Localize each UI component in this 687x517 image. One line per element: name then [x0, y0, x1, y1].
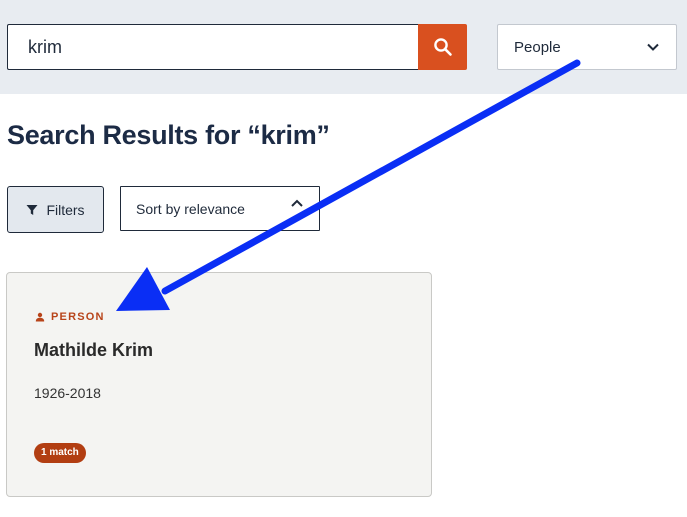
person-icon	[35, 312, 45, 322]
result-type: PERSON	[35, 311, 105, 323]
filters-button-label: Filters	[46, 201, 85, 218]
funnel-icon	[26, 204, 38, 215]
result-type-label: PERSON	[51, 311, 105, 323]
result-dates: 1926-2018	[34, 385, 101, 401]
sort-select[interactable]: Sort by relevance	[120, 186, 320, 231]
scope-select[interactable]: People	[497, 24, 677, 70]
search-input[interactable]	[7, 24, 418, 70]
chevron-down-icon	[647, 43, 659, 51]
search-icon	[433, 38, 452, 56]
result-name[interactable]: Mathilde Krim	[34, 340, 153, 361]
sort-select-value: Sort by relevance	[136, 200, 245, 217]
filters-button[interactable]: Filters	[7, 186, 104, 233]
match-count-badge: 1 match	[34, 443, 86, 463]
annotation-arrow-shaft	[161, 59, 581, 295]
scope-select-value: People	[514, 38, 561, 56]
page-title: Search Results for “krim”	[7, 120, 330, 150]
search-button[interactable]	[418, 24, 467, 70]
result-card[interactable]: PERSON Mathilde Krim 1926-2018 1 match	[6, 272, 432, 497]
